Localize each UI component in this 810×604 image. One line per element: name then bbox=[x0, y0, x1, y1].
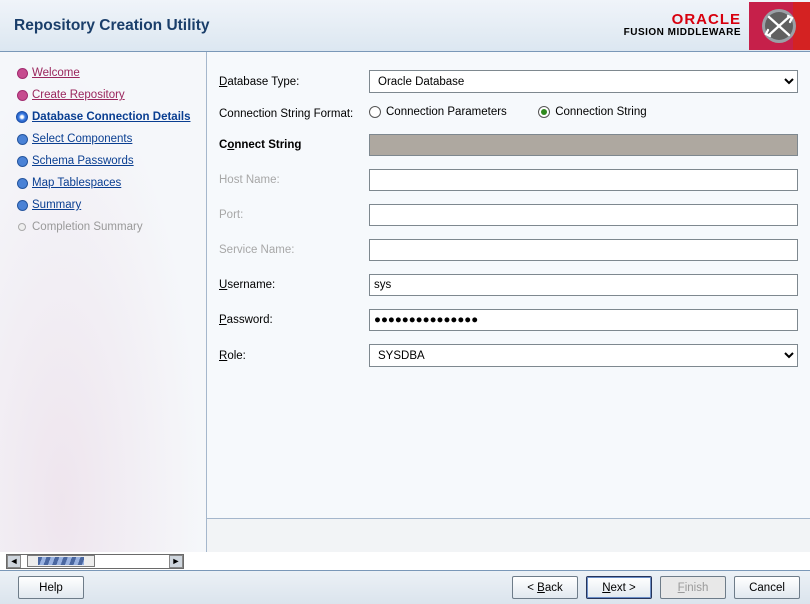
step-link[interactable]: Select Components bbox=[32, 133, 132, 145]
step-dot-icon bbox=[18, 157, 27, 166]
form-panel: Database Type: Oracle Database Connectio… bbox=[207, 52, 810, 518]
step-dot-icon bbox=[18, 91, 27, 100]
step-link[interactable]: Schema Passwords bbox=[32, 155, 134, 167]
username-input[interactable] bbox=[369, 274, 798, 296]
step-link[interactable]: Welcome bbox=[32, 67, 80, 79]
connect-string-input[interactable] bbox=[369, 134, 798, 156]
brand-sub: FUSION MIDDLEWARE bbox=[624, 27, 741, 39]
role-label: Role: bbox=[219, 350, 369, 362]
scroll-thumb[interactable] bbox=[27, 555, 95, 567]
brand-icon bbox=[749, 2, 810, 50]
username-label: Username: bbox=[219, 279, 369, 291]
conn-format-label: Connection String Format: bbox=[219, 108, 369, 120]
sidebar-scrollbar-row: ◄ ► bbox=[0, 552, 810, 570]
wizard-step-6[interactable]: Summary bbox=[0, 194, 206, 216]
wizard-step-5[interactable]: Map Tablespaces bbox=[0, 172, 206, 194]
wizard-step-4[interactable]: Schema Passwords bbox=[0, 150, 206, 172]
brand-block: ORACLE FUSION MIDDLEWARE bbox=[624, 2, 810, 50]
port-label: Port: bbox=[219, 209, 369, 221]
wizard-step-list: Welcome Create Repository Database Connect… bbox=[0, 62, 206, 238]
connect-string-label: Connect String bbox=[219, 139, 369, 151]
status-strip bbox=[207, 518, 810, 552]
cancel-button[interactable]: Cancel bbox=[734, 576, 800, 599]
wizard-step-0[interactable]: Welcome bbox=[0, 62, 206, 84]
help-button[interactable]: Help bbox=[18, 576, 84, 599]
service-name-input bbox=[369, 239, 798, 261]
host-name-label: Host Name: bbox=[219, 174, 369, 186]
conn-format-string-radio[interactable]: Connection String bbox=[538, 106, 688, 118]
page-title: Repository Creation Utility bbox=[14, 17, 210, 35]
db-type-label: Database Type: bbox=[219, 76, 369, 88]
step-link[interactable]: Create Repository bbox=[32, 89, 125, 101]
step-dot-icon bbox=[18, 179, 27, 188]
step-link[interactable]: Map Tablespaces bbox=[32, 177, 121, 189]
button-bar: Help < Back Next > Finish Cancel bbox=[0, 570, 810, 604]
scroll-left-arrow[interactable]: ◄ bbox=[7, 555, 21, 568]
wizard-sidebar: Welcome Create Repository Database Connect… bbox=[0, 52, 206, 552]
port-input bbox=[369, 204, 798, 226]
step-dot-icon bbox=[18, 135, 27, 144]
finish-button: Finish bbox=[660, 576, 726, 599]
service-name-label: Service Name: bbox=[219, 244, 369, 256]
role-select[interactable]: SYSDBA bbox=[369, 344, 798, 367]
brand-name: ORACLE bbox=[624, 12, 741, 27]
sidebar-horizontal-scrollbar[interactable]: ◄ ► bbox=[6, 554, 184, 569]
wizard-step-2[interactable]: Database Connection Details bbox=[0, 106, 206, 128]
step-link[interactable]: Summary bbox=[32, 199, 81, 211]
wizard-step-7: Completion Summary bbox=[0, 216, 206, 238]
step-dot-icon bbox=[18, 201, 27, 210]
password-label: Password: bbox=[219, 314, 369, 326]
next-button[interactable]: Next > bbox=[586, 576, 652, 599]
step-dot-icon bbox=[18, 69, 27, 78]
step-link[interactable]: Database Connection Details bbox=[32, 111, 190, 123]
wizard-step-1[interactable]: Create Repository bbox=[0, 84, 206, 106]
header-bar: Repository Creation Utility ORACLE FUSIO… bbox=[0, 0, 810, 52]
step-dot-icon bbox=[18, 223, 26, 231]
conn-format-parameters-radio[interactable]: Connection Parameters bbox=[369, 106, 519, 118]
host-name-input bbox=[369, 169, 798, 191]
db-type-select[interactable]: Oracle Database bbox=[369, 70, 798, 93]
wizard-step-3[interactable]: Select Components bbox=[0, 128, 206, 150]
back-button[interactable]: < Back bbox=[512, 576, 578, 599]
scroll-right-arrow[interactable]: ► bbox=[169, 555, 183, 568]
step-link: Completion Summary bbox=[32, 221, 143, 233]
password-input[interactable] bbox=[369, 309, 798, 331]
step-dot-icon bbox=[16, 111, 28, 123]
